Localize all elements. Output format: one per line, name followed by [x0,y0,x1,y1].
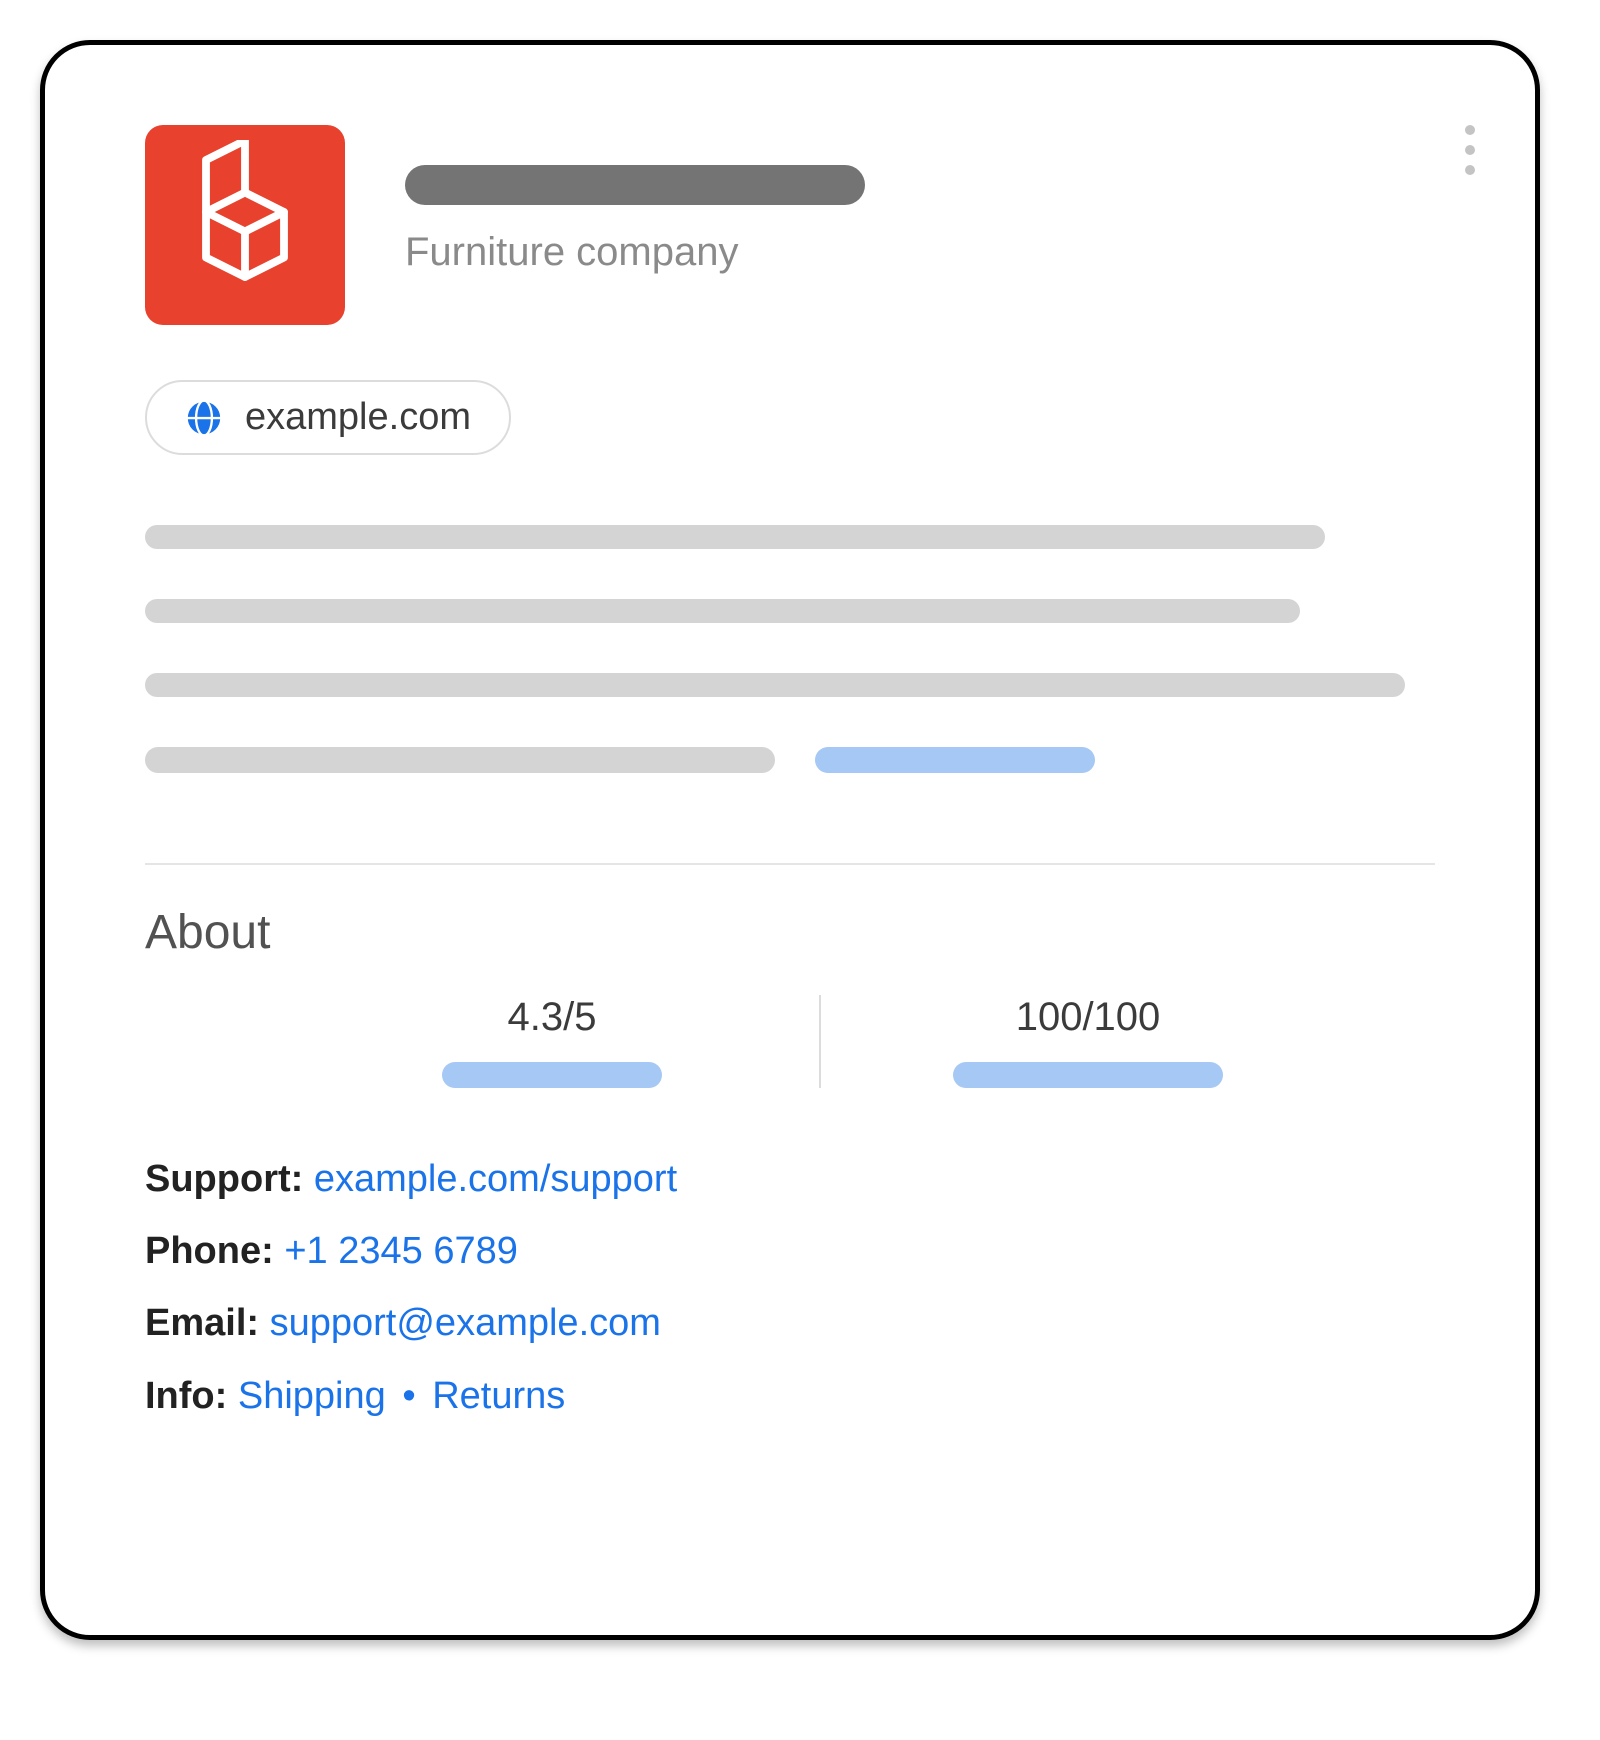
support-label: Support: [145,1158,303,1200]
website-chip[interactable]: example.com [145,380,511,455]
info-line: Info: Shipping • Returns [145,1360,1435,1432]
globe-icon [185,399,223,437]
contact-block: Support: example.com/support Phone: +1 2… [145,1143,1435,1432]
chair-icon [180,140,310,310]
skeleton-last-row [145,747,1435,773]
phone-link[interactable]: +1 2345 6789 [284,1230,518,1272]
rating-score: 100/100 [821,995,1355,1088]
skeleton-line [145,747,775,773]
dot-icon [1465,165,1475,175]
panel-header: Furniture company [145,125,1435,325]
rating-label-placeholder [953,1062,1223,1088]
rating-value: 100/100 [1016,995,1161,1040]
shipping-link[interactable]: Shipping [238,1375,386,1417]
business-logo [145,125,345,325]
email-line: Email: support@example.com [145,1287,1435,1359]
section-divider [145,863,1435,865]
returns-link[interactable]: Returns [432,1375,565,1417]
skeleton-link-placeholder [815,747,1095,773]
knowledge-panel-card: Furniture company example.com About 4. [40,40,1540,1640]
ratings-row: 4.3/5 100/100 [285,995,1355,1088]
skeleton-line [145,525,1325,549]
description-placeholder [145,525,1435,773]
email-label: Email: [145,1302,259,1344]
info-label: Info: [145,1375,227,1417]
phone-label: Phone: [145,1230,274,1272]
email-link[interactable]: support@example.com [270,1302,661,1344]
website-domain-text: example.com [245,396,471,439]
rating-label-placeholder [442,1062,662,1088]
rating-reviews: 4.3/5 [285,995,819,1088]
more-options-button[interactable] [1455,125,1485,175]
business-category: Furniture company [405,230,865,275]
title-block: Furniture company [405,125,865,275]
skeleton-line [145,599,1300,623]
support-link[interactable]: example.com/support [314,1158,677,1200]
about-heading: About [145,905,1435,960]
support-line: Support: example.com/support [145,1143,1435,1215]
skeleton-line [145,673,1405,697]
business-name-placeholder [405,165,865,205]
rating-value: 4.3/5 [508,995,597,1040]
phone-line: Phone: +1 2345 6789 [145,1215,1435,1287]
dot-icon [1465,145,1475,155]
separator-dot: • [396,1375,421,1417]
dot-icon [1465,125,1475,135]
